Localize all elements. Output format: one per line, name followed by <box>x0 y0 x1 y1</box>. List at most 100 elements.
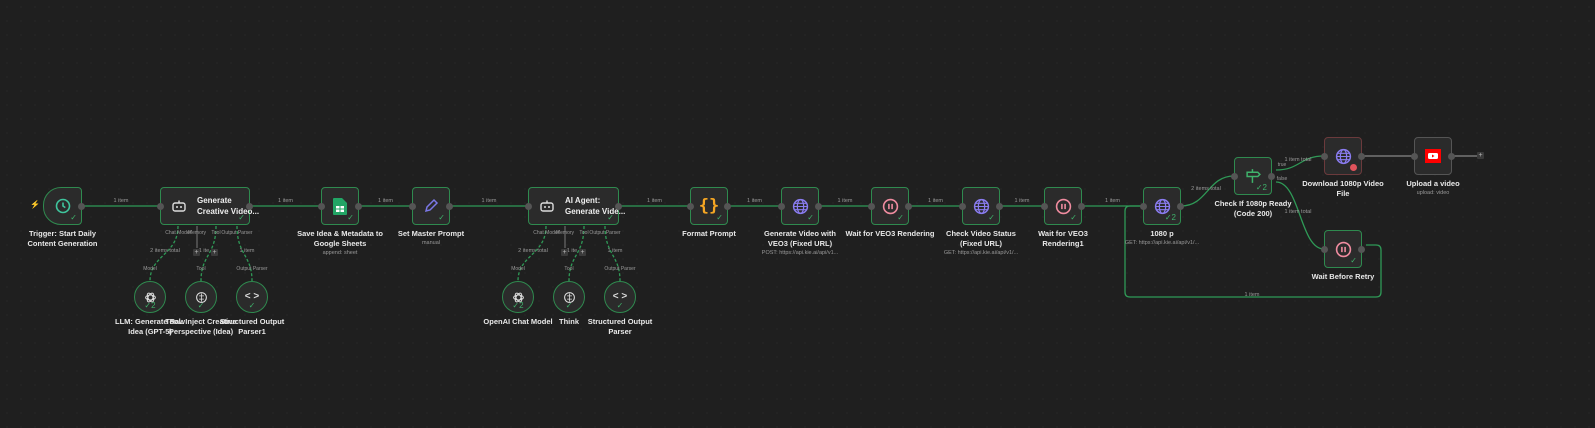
output-port[interactable] <box>724 202 731 210</box>
add-subnode-button[interactable]: + <box>211 249 218 256</box>
output-port[interactable] <box>1078 202 1085 210</box>
node-download[interactable] <box>1321 137 1365 175</box>
node-wait1[interactable]: ✓ <box>868 187 912 225</box>
error-badge-icon <box>1350 164 1357 171</box>
edge-label: 1 item <box>113 198 129 204</box>
output-port[interactable] <box>1177 202 1184 210</box>
node-label: Download 1080p Video File <box>1302 179 1384 198</box>
input-port[interactable] <box>1321 152 1328 160</box>
node-sheets[interactable]: ✓ <box>318 187 362 225</box>
node-setprompt[interactable]: ✓ <box>409 187 453 225</box>
input-port[interactable] <box>959 202 966 210</box>
output-port[interactable] <box>246 202 253 210</box>
clock-icon <box>55 198 71 214</box>
output-port[interactable] <box>815 202 822 210</box>
port-label-output-parser: Output Parser <box>589 230 621 236</box>
globe-icon <box>1335 148 1352 165</box>
input-port[interactable] <box>157 202 164 210</box>
node-parser1[interactable]: < > ✓ <box>236 281 268 313</box>
success-check-icon: ✓ <box>807 213 814 222</box>
node-ifready[interactable]: ✓2 <box>1231 157 1275 195</box>
output-port[interactable] <box>1358 152 1365 160</box>
success-check-icon: ✓ <box>438 213 445 222</box>
input-port[interactable] <box>1041 202 1048 210</box>
node-label: Upload a video <box>1406 179 1460 188</box>
node-wait2[interactable]: ✓ <box>1041 187 1085 225</box>
port-label-model: Model <box>511 266 525 272</box>
node-llm2[interactable]: ✓2 <box>502 281 534 313</box>
output-port[interactable] <box>615 202 622 210</box>
port-label-memory: Memory <box>555 230 575 236</box>
node-checkstatus[interactable]: ✓ <box>959 187 1003 225</box>
node-label: Wait for VEO3 Rendering1 <box>1038 229 1088 248</box>
edge-label: 1 item <box>278 198 293 204</box>
input-port[interactable] <box>1231 172 1238 180</box>
input-port[interactable] <box>1140 202 1147 210</box>
node-label: 1080 p <box>1150 229 1174 238</box>
edge-label: 2 items total <box>1191 186 1221 192</box>
node-retry[interactable]: ✓ <box>1321 230 1365 268</box>
edge-label: 2 items total <box>150 248 180 254</box>
pencil-icon <box>423 198 439 214</box>
input-port[interactable] <box>1411 152 1418 160</box>
add-node-button[interactable]: + <box>1477 152 1484 159</box>
node-tool1[interactable]: ✓ <box>185 281 217 313</box>
input-port[interactable] <box>525 202 532 210</box>
node-agent1[interactable]: Generate Creative Video... ✓ <box>157 187 259 225</box>
robot-icon <box>171 198 187 214</box>
node-trigger[interactable]: ✓ <box>43 187 85 225</box>
node-format[interactable]: {} ✓ <box>687 187 731 225</box>
node-llm1[interactable]: ✓2 <box>134 281 166 313</box>
port-label-tool: Tool <box>564 266 574 272</box>
node-label: Trigger: Start Daily Content Generation <box>27 229 98 248</box>
signpost-icon <box>1245 168 1262 185</box>
node-genvideo[interactable]: ✓ <box>778 187 822 225</box>
youtube-icon <box>1425 149 1441 163</box>
input-port[interactable] <box>687 202 694 210</box>
pause-icon <box>1055 198 1072 215</box>
node-subtitle: append: sheet <box>322 250 358 256</box>
node-parser2[interactable]: < > ✓ <box>604 281 636 313</box>
input-port[interactable] <box>318 202 325 210</box>
edge-label: 1 item total <box>1284 209 1312 215</box>
input-port[interactable] <box>1321 245 1328 253</box>
node-label: Set Master Prompt <box>397 229 465 238</box>
input-port[interactable] <box>778 202 785 210</box>
node-subtitle: POST: https://api.kie.ai/api/v1... <box>761 250 839 256</box>
edge-label: 1 item <box>928 198 943 204</box>
add-subnode-button[interactable]: + <box>579 249 586 256</box>
success-check-icon: ✓2 <box>144 301 156 310</box>
trigger-bolt-icon: ⚡ <box>30 200 40 209</box>
success-check-icon: ✓ <box>988 213 995 222</box>
port-label-chat-model: Chat Model <box>533 230 559 236</box>
robot-icon <box>539 198 555 214</box>
node-agent2[interactable]: AI Agent: Generate Vide... ✓ <box>525 187 625 225</box>
success-check-icon: ✓ <box>1350 256 1357 265</box>
edge-label: 1 item <box>837 198 853 204</box>
input-port[interactable] <box>409 202 416 210</box>
success-check-icon: ✓ <box>716 213 723 222</box>
input-port[interactable] <box>868 202 875 210</box>
node-label: Check Video Status (Fixed URL) <box>946 229 1016 248</box>
node-upload[interactable] <box>1411 137 1455 175</box>
add-subnode-button[interactable]: + <box>193 249 200 256</box>
output-port[interactable] <box>996 202 1003 210</box>
port-label-output-parser: Output Parser <box>236 266 268 272</box>
output-port[interactable] <box>355 202 362 210</box>
node-tool2[interactable]: ✓ <box>553 281 585 313</box>
output-port[interactable] <box>1448 152 1455 160</box>
output-port[interactable] <box>905 202 912 210</box>
success-check-icon: ✓ <box>607 213 614 222</box>
braces-icon: {} <box>698 195 720 216</box>
node-label: Think <box>559 317 579 326</box>
add-subnode-button[interactable]: + <box>561 249 568 256</box>
node-p1080[interactable]: ✓2 <box>1140 187 1184 225</box>
edge-label: 1 item total <box>1284 157 1312 163</box>
output-port[interactable] <box>78 202 85 210</box>
node-label: Check If 1080p Ready (Code 200) <box>1214 199 1292 218</box>
port-label-tool: Tool <box>196 266 206 272</box>
google-sheets-icon <box>333 197 347 215</box>
output-port[interactable] <box>1358 245 1365 253</box>
output-port[interactable] <box>1268 172 1275 180</box>
output-port[interactable] <box>446 202 453 210</box>
